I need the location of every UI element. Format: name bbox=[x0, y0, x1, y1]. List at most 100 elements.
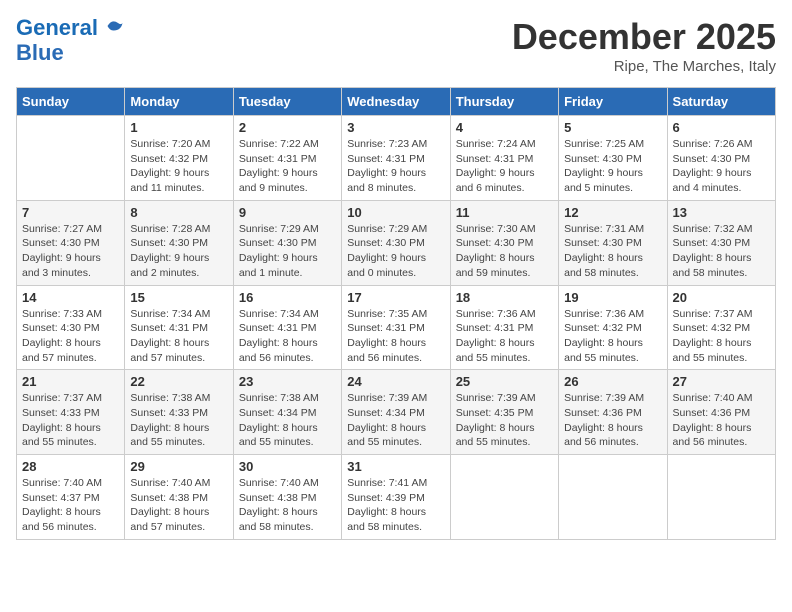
cell-content: Sunrise: 7:29 AM Sunset: 4:30 PM Dayligh… bbox=[347, 222, 444, 281]
cell-3-5: 26 Sunrise: 7:39 AM Sunset: 4:36 PM Dayli… bbox=[559, 370, 667, 455]
cell-content: Sunrise: 7:32 AM Sunset: 4:30 PM Dayligh… bbox=[673, 222, 770, 281]
cell-0-1: 1Sunrise: 7:20 AM Sunset: 4:32 PM Daylig… bbox=[125, 116, 233, 201]
day-number: 26 bbox=[564, 374, 661, 389]
day-number: 25 bbox=[456, 374, 553, 389]
cell-content: Sunrise: 7:36 AM Sunset: 4:32 PM Dayligh… bbox=[564, 307, 661, 366]
cell-content: Sunrise: 7:26 AM Sunset: 4:30 PM Dayligh… bbox=[673, 137, 770, 196]
cell-4-6 bbox=[667, 455, 775, 540]
cell-content: Sunrise: 7:40 AM Sunset: 4:37 PM Dayligh… bbox=[22, 476, 119, 535]
week-row-3: 21 Sunrise: 7:37 AM Sunset: 4:33 PM Dayli… bbox=[17, 370, 776, 455]
header-tuesday: Tuesday bbox=[233, 88, 341, 116]
day-number: 14 bbox=[22, 290, 119, 305]
week-row-2: 14 Sunrise: 7:33 AM Sunset: 4:30 PM Dayli… bbox=[17, 285, 776, 370]
cell-1-3: 10 Sunrise: 7:29 AM Sunset: 4:30 PM Dayli… bbox=[342, 200, 450, 285]
cell-1-2: 9Sunrise: 7:29 AM Sunset: 4:30 PM Daylig… bbox=[233, 200, 341, 285]
cell-3-0: 21 Sunrise: 7:37 AM Sunset: 4:33 PM Dayli… bbox=[17, 370, 125, 455]
day-number: 24 bbox=[347, 374, 444, 389]
cell-content: Sunrise: 7:20 AM Sunset: 4:32 PM Dayligh… bbox=[130, 137, 227, 196]
cell-content: Sunrise: 7:23 AM Sunset: 4:31 PM Dayligh… bbox=[347, 137, 444, 196]
day-number: 6 bbox=[673, 120, 770, 135]
day-number: 20 bbox=[673, 290, 770, 305]
cell-2-2: 16 Sunrise: 7:34 AM Sunset: 4:31 PM Dayli… bbox=[233, 285, 341, 370]
cell-0-3: 3 Sunrise: 7:23 AM Sunset: 4:31 PM Daylig… bbox=[342, 116, 450, 201]
location-title: Ripe, The Marches, Italy bbox=[512, 58, 776, 75]
week-row-4: 28 Sunrise: 7:40 AM Sunset: 4:37 PM Dayli… bbox=[17, 455, 776, 540]
cell-content: Sunrise: 7:29 AM Sunset: 4:30 PM Dayligh… bbox=[239, 222, 336, 281]
header-sunday: Sunday bbox=[17, 88, 125, 116]
cell-0-0 bbox=[17, 116, 125, 201]
cell-1-4: 11 Sunrise: 7:30 AM Sunset: 4:30 PM Dayli… bbox=[450, 200, 558, 285]
cell-content: Sunrise: 7:38 AM Sunset: 4:34 PM Dayligh… bbox=[239, 391, 336, 450]
logo-icon bbox=[106, 17, 124, 35]
day-number: 18 bbox=[456, 290, 553, 305]
cell-content: Sunrise: 7:34 AM Sunset: 4:31 PM Dayligh… bbox=[130, 307, 227, 366]
cell-content: Sunrise: 7:27 AM Sunset: 4:30 PM Dayligh… bbox=[22, 222, 119, 281]
cell-4-4 bbox=[450, 455, 558, 540]
day-number: 27 bbox=[673, 374, 770, 389]
cell-content: Sunrise: 7:40 AM Sunset: 4:38 PM Dayligh… bbox=[239, 476, 336, 535]
cell-3-1: 22Sunrise: 7:38 AM Sunset: 4:33 PM Dayli… bbox=[125, 370, 233, 455]
cell-content: Sunrise: 7:34 AM Sunset: 4:31 PM Dayligh… bbox=[239, 307, 336, 366]
day-number: 23 bbox=[239, 374, 336, 389]
cell-0-6: 6 Sunrise: 7:26 AM Sunset: 4:30 PM Daylig… bbox=[667, 116, 775, 201]
day-number: 5 bbox=[564, 120, 661, 135]
cell-content: Sunrise: 7:40 AM Sunset: 4:38 PM Dayligh… bbox=[130, 476, 227, 535]
cell-content: Sunrise: 7:31 AM Sunset: 4:30 PM Dayligh… bbox=[564, 222, 661, 281]
cell-0-2: 2 Sunrise: 7:22 AM Sunset: 4:31 PM Daylig… bbox=[233, 116, 341, 201]
day-number: 7 bbox=[22, 205, 119, 220]
day-number: 3 bbox=[347, 120, 444, 135]
cell-4-3: 31 Sunrise: 7:41 AM Sunset: 4:39 PM Dayli… bbox=[342, 455, 450, 540]
cell-content: Sunrise: 7:40 AM Sunset: 4:36 PM Dayligh… bbox=[673, 391, 770, 450]
day-number: 13 bbox=[673, 205, 770, 220]
cell-content: Sunrise: 7:38 AM Sunset: 4:33 PM Dayligh… bbox=[130, 391, 227, 450]
cell-2-0: 14 Sunrise: 7:33 AM Sunset: 4:30 PM Dayli… bbox=[17, 285, 125, 370]
cell-content: Sunrise: 7:28 AM Sunset: 4:30 PM Dayligh… bbox=[130, 222, 227, 281]
header-friday: Friday bbox=[559, 88, 667, 116]
cell-content: Sunrise: 7:22 AM Sunset: 4:31 PM Dayligh… bbox=[239, 137, 336, 196]
day-number: 19 bbox=[564, 290, 661, 305]
cell-0-4: 4Sunrise: 7:24 AM Sunset: 4:31 PM Daylig… bbox=[450, 116, 558, 201]
cell-0-5: 5Sunrise: 7:25 AM Sunset: 4:30 PM Daylig… bbox=[559, 116, 667, 201]
cell-content: Sunrise: 7:39 AM Sunset: 4:36 PM Dayligh… bbox=[564, 391, 661, 450]
day-number: 30 bbox=[239, 459, 336, 474]
day-number: 2 bbox=[239, 120, 336, 135]
cell-2-1: 15 Sunrise: 7:34 AM Sunset: 4:31 PM Dayli… bbox=[125, 285, 233, 370]
day-number: 31 bbox=[347, 459, 444, 474]
logo-text: General bbox=[16, 16, 124, 40]
cell-4-2: 30 Sunrise: 7:40 AM Sunset: 4:38 PM Dayli… bbox=[233, 455, 341, 540]
cell-2-6: 20 Sunrise: 7:37 AM Sunset: 4:32 PM Dayli… bbox=[667, 285, 775, 370]
cell-content: Sunrise: 7:39 AM Sunset: 4:35 PM Dayligh… bbox=[456, 391, 553, 450]
day-number: 15 bbox=[130, 290, 227, 305]
header-thursday: Thursday bbox=[450, 88, 558, 116]
cell-content: Sunrise: 7:37 AM Sunset: 4:33 PM Dayligh… bbox=[22, 391, 119, 450]
week-row-1: 7 Sunrise: 7:27 AM Sunset: 4:30 PM Daylig… bbox=[17, 200, 776, 285]
day-number: 17 bbox=[347, 290, 444, 305]
cell-content: Sunrise: 7:36 AM Sunset: 4:31 PM Dayligh… bbox=[456, 307, 553, 366]
cell-content: Sunrise: 7:33 AM Sunset: 4:30 PM Dayligh… bbox=[22, 307, 119, 366]
cell-content: Sunrise: 7:37 AM Sunset: 4:32 PM Dayligh… bbox=[673, 307, 770, 366]
day-number: 11 bbox=[456, 205, 553, 220]
header-wednesday: Wednesday bbox=[342, 88, 450, 116]
cell-content: Sunrise: 7:35 AM Sunset: 4:31 PM Dayligh… bbox=[347, 307, 444, 366]
day-number: 10 bbox=[347, 205, 444, 220]
cell-3-2: 23 Sunrise: 7:38 AM Sunset: 4:34 PM Dayli… bbox=[233, 370, 341, 455]
cell-2-3: 17 Sunrise: 7:35 AM Sunset: 4:31 PM Dayli… bbox=[342, 285, 450, 370]
week-row-0: 1Sunrise: 7:20 AM Sunset: 4:32 PM Daylig… bbox=[17, 116, 776, 201]
logo-line2: Blue bbox=[16, 40, 124, 66]
cell-3-4: 25 Sunrise: 7:39 AM Sunset: 4:35 PM Dayli… bbox=[450, 370, 558, 455]
cell-4-0: 28 Sunrise: 7:40 AM Sunset: 4:37 PM Dayli… bbox=[17, 455, 125, 540]
day-number: 28 bbox=[22, 459, 119, 474]
calendar-table: SundayMondayTuesdayWednesdayThursdayFrid… bbox=[16, 87, 776, 540]
day-number: 16 bbox=[239, 290, 336, 305]
cell-3-6: 27 Sunrise: 7:40 AM Sunset: 4:36 PM Dayli… bbox=[667, 370, 775, 455]
logo: General Blue bbox=[16, 16, 124, 66]
cell-content: Sunrise: 7:41 AM Sunset: 4:39 PM Dayligh… bbox=[347, 476, 444, 535]
cell-1-1: 8Sunrise: 7:28 AM Sunset: 4:30 PM Daylig… bbox=[125, 200, 233, 285]
cell-2-5: 19 Sunrise: 7:36 AM Sunset: 4:32 PM Dayli… bbox=[559, 285, 667, 370]
cell-4-1: 29Sunrise: 7:40 AM Sunset: 4:38 PM Dayli… bbox=[125, 455, 233, 540]
cell-content: Sunrise: 7:30 AM Sunset: 4:30 PM Dayligh… bbox=[456, 222, 553, 281]
cell-content: Sunrise: 7:24 AM Sunset: 4:31 PM Dayligh… bbox=[456, 137, 553, 196]
cell-content: Sunrise: 7:39 AM Sunset: 4:34 PM Dayligh… bbox=[347, 391, 444, 450]
day-number: 21 bbox=[22, 374, 119, 389]
header-row: SundayMondayTuesdayWednesdayThursdayFrid… bbox=[17, 88, 776, 116]
